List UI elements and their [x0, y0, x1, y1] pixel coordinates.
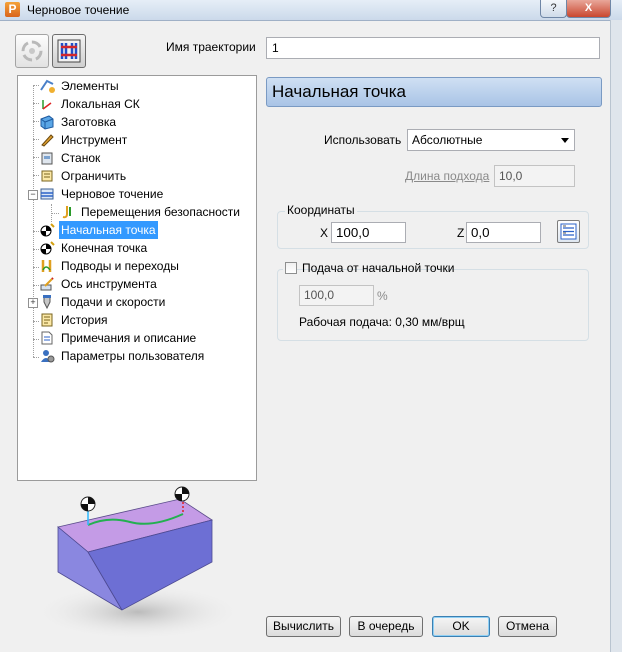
- app-icon: P: [5, 2, 20, 17]
- ok-button[interactable]: OK: [432, 616, 490, 637]
- safety-moves-icon: [62, 206, 71, 219]
- use-dropdown[interactable]: Абсолютные: [407, 129, 575, 151]
- limit-icon: [41, 170, 53, 182]
- start-feed-percent-field: 100,0: [299, 285, 374, 306]
- collapse-rough-turning-toggle[interactable]: −: [28, 190, 38, 200]
- start-feed-unit: %: [377, 289, 388, 303]
- tree-item-label: Элементы: [61, 79, 119, 93]
- close-button[interactable]: X: [566, 0, 611, 18]
- feeds-speeds-icon: [43, 295, 51, 310]
- use-label: Использовать: [324, 133, 402, 147]
- rough-turning-icon: [40, 188, 54, 200]
- queue-button[interactable]: В очередь: [349, 616, 423, 637]
- help-button[interactable]: ?: [540, 0, 567, 18]
- tree-item-label: История: [61, 313, 108, 327]
- trajectory-name-input[interactable]: [266, 37, 600, 59]
- calculate-button[interactable]: Вычислить: [266, 616, 341, 637]
- trajectory-name-label: Имя траектории: [166, 40, 256, 54]
- start-feed-label: Подача от начальной точки: [302, 261, 455, 275]
- start-feed-toggle[interactable]: Подача от начальной точки: [283, 261, 454, 277]
- tree-item-label: Станок: [61, 151, 101, 165]
- expand-feeds-toggle[interactable]: +: [28, 298, 38, 308]
- tree-item-label: Конечная точка: [61, 241, 148, 255]
- window-title: Черновое точение: [27, 3, 130, 17]
- notes-icon: [41, 331, 53, 345]
- tree-item-label: Черновое точение: [61, 187, 164, 201]
- approach-length-field: 10,0: [494, 165, 575, 187]
- settings-tree[interactable]: − + Элементы Локальная СК Заготовка Инст…: [17, 75, 257, 481]
- elements-icon: [40, 79, 55, 93]
- pick-position-button[interactable]: [557, 220, 580, 243]
- leads-links-icon: [41, 260, 52, 272]
- tree-item-label: Локальная СК: [61, 97, 140, 111]
- toolpath-pattern-icon: [57, 39, 81, 63]
- x-coordinate-input[interactable]: [331, 222, 406, 243]
- machine-icon: [41, 152, 53, 165]
- z-label: Z: [457, 226, 465, 240]
- tool-icon: [41, 134, 54, 147]
- z-coordinate-input[interactable]: [466, 222, 541, 243]
- tree-item-label: Примечания и описание: [61, 331, 197, 345]
- start-point-icon: [40, 223, 55, 237]
- window-edge: [610, 20, 622, 652]
- start-feed-checkbox[interactable]: [285, 262, 297, 274]
- tree-item-label: Подводы и переходы: [61, 259, 179, 273]
- end-point-icon: [40, 241, 55, 255]
- cancel-button[interactable]: Отмена: [498, 616, 557, 637]
- tree-item-label: Инструмент: [61, 133, 128, 147]
- toolpath-preview-image: [33, 486, 243, 640]
- toolbar-toolpath-button[interactable]: [52, 34, 86, 68]
- approach-length-label: Длина подхода: [405, 169, 490, 183]
- tree-item-label: Начальная точка: [59, 221, 158, 239]
- x-label: X: [320, 226, 329, 240]
- cycle-arrows-icon: [21, 40, 43, 62]
- panel-title: Начальная точка: [266, 77, 602, 107]
- toolbar-cycle-button[interactable]: [15, 34, 49, 68]
- tree-item-label: Заготовка: [61, 115, 117, 129]
- stock-icon: [40, 115, 54, 130]
- dropdown-arrow-icon: [561, 138, 569, 143]
- working-feed-text: Рабочая подача: 0,30 мм/врщ: [299, 315, 465, 329]
- xyz-list-icon: [560, 223, 577, 240]
- tree-item-label: Подачи и скорости: [61, 295, 166, 309]
- user-params-icon: [41, 350, 55, 363]
- tree-item-label: Параметры пользователя: [61, 349, 205, 363]
- use-dropdown-value: Абсолютные: [412, 133, 483, 147]
- tree-item-label: Перемещения безопасности: [81, 205, 241, 219]
- local-cs-icon: [42, 100, 52, 110]
- tool-axis-icon: [40, 277, 54, 291]
- coordinates-title: Координаты: [285, 203, 357, 217]
- history-icon: [41, 313, 53, 327]
- tree-item-label: Ограничить: [61, 169, 127, 183]
- tree-item-label: Ось инструмента: [61, 277, 157, 291]
